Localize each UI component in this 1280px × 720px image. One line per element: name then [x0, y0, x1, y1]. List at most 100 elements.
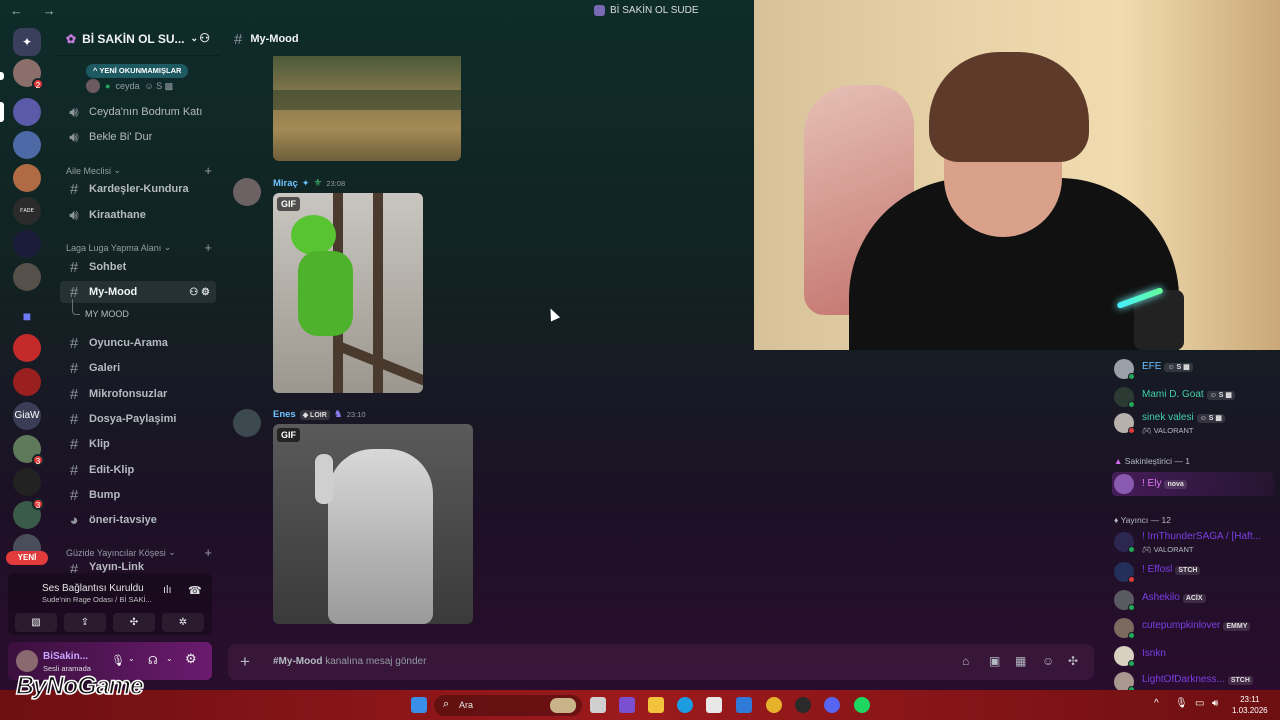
- sticker-icon[interactable]: ▦: [1015, 654, 1026, 668]
- invite-people-icon[interactable]: ⚇: [199, 31, 210, 45]
- message-composer[interactable]: + #My-Mood kanalına mesaj gönder ⌂ ▣ ▦ ☺…: [228, 644, 1094, 680]
- soundboard-button[interactable]: ✲: [162, 613, 204, 632]
- chrome-icon[interactable]: [766, 697, 782, 713]
- obs-icon[interactable]: [795, 697, 811, 713]
- avatar[interactable]: [233, 178, 261, 206]
- discord-icon[interactable]: [824, 697, 840, 713]
- member-item[interactable]: LightOfDarkness... STCH: [1112, 670, 1280, 690]
- member-item[interactable]: Ashekilo ACİX: [1112, 588, 1280, 612]
- gif-attachment[interactable]: GIF: [273, 193, 423, 393]
- server-icon-giaw[interactable]: GiaW: [13, 402, 41, 430]
- add-channel-icon[interactable]: +: [204, 545, 212, 560]
- voice-channel[interactable]: 🔊︎ Kiraathane: [60, 204, 216, 226]
- file-explorer-icon[interactable]: [648, 697, 664, 713]
- member-item[interactable]: Mami D. Goat ☺ S ▩: [1112, 385, 1280, 409]
- add-channel-icon[interactable]: +: [204, 163, 212, 178]
- gif-label: GIF: [277, 428, 300, 442]
- image-attachment[interactable]: [273, 56, 461, 161]
- app-icon[interactable]: [619, 697, 635, 713]
- gif-attachment[interactable]: GIF: [273, 424, 473, 624]
- text-channel[interactable]: # Mikrofonsuzlar: [60, 383, 216, 405]
- clock[interactable]: 23:11 1.03.2026: [1232, 694, 1268, 716]
- volume-icon[interactable]: 🔊︎: [1212, 698, 1218, 709]
- channel-settings-icons[interactable]: ⚇ ⚙: [189, 287, 210, 298]
- text-channel[interactable]: # Klip: [60, 433, 216, 455]
- new-unreads-button[interactable]: ^ YENİ OKUNMAMIŞLAR: [86, 64, 189, 78]
- activities-button[interactable]: ✣: [113, 613, 155, 632]
- message-author[interactable]: Miraç: [273, 178, 298, 189]
- noise-suppression-icon[interactable]: ılı: [163, 584, 172, 596]
- member-item[interactable]: sinek valesi ☺ S ▩ 🎮︎ VALORANT: [1112, 411, 1280, 435]
- folder-icon[interactable]: ■: [13, 302, 41, 330]
- server-icon[interactable]: [13, 230, 41, 258]
- spotify-icon[interactable]: [854, 697, 870, 713]
- text-channel[interactable]: # Dosya-Paylaşimi: [60, 408, 216, 430]
- taskbar-search[interactable]: ⌕ Ara: [434, 695, 582, 716]
- category-header[interactable]: Güzide Yayıncılar Köşesi ⌄ +: [66, 545, 216, 560]
- server-icon[interactable]: 3: [13, 498, 44, 529]
- server-icon[interactable]: [13, 131, 41, 159]
- chevron-down-icon[interactable]: ⌄: [166, 654, 173, 663]
- headphones-icon[interactable]: ☊: [148, 654, 158, 667]
- voice-channel[interactable]: 🔊︎ Ceyda'nın Bodrum Katı: [60, 101, 216, 123]
- voice-status-subtitle[interactable]: Sude'nin Rage Odası / Bİ SAKİ...: [42, 595, 152, 604]
- server-header[interactable]: ✿ Bİ SAKİN OL SU... ⌄ ⚇: [56, 22, 220, 56]
- emoji-icon[interactable]: ☺: [1042, 654, 1054, 668]
- category-header[interactable]: Laga Luga Yapma Alanı ⌄ +: [66, 240, 216, 255]
- member-item[interactable]: cutepumpkinlover EMMY: [1112, 616, 1280, 640]
- server-icon[interactable]: [13, 164, 41, 192]
- member-item[interactable]: Isnkn: [1112, 644, 1280, 668]
- text-channel-active[interactable]: # My-Mood ⚇ ⚙: [60, 281, 216, 303]
- mic-icon[interactable]: 🎙︎: [111, 654, 125, 667]
- server-icon-active[interactable]: [13, 98, 41, 126]
- avatar[interactable]: [233, 409, 261, 437]
- composer-placeholder[interactable]: #My-Mood kanalına mesaj gönder: [273, 656, 426, 667]
- server-icon[interactable]: [13, 368, 41, 396]
- discord-home-icon[interactable]: ✦: [13, 28, 41, 56]
- nav-arrows[interactable]: ← →: [10, 3, 64, 18]
- member-item[interactable]: ! ImThunderSAGA / [Haft... 🎮︎ VALORANT: [1112, 530, 1280, 554]
- server-icon[interactable]: [13, 263, 41, 291]
- monitor-icon[interactable]: ▭: [1195, 698, 1204, 709]
- add-channel-icon[interactable]: +: [204, 240, 212, 255]
- voice-user[interactable]: ● ceyda ☺ S ▩: [86, 79, 173, 93]
- chevron-down-icon[interactable]: ⌄: [128, 654, 135, 663]
- text-channel[interactable]: # Edit-Klip: [60, 459, 216, 481]
- text-channel[interactable]: # Bump: [60, 484, 216, 506]
- task-view-icon[interactable]: [590, 697, 606, 713]
- text-channel[interactable]: # Sohbet: [60, 256, 216, 278]
- text-channel[interactable]: # Galeri: [60, 357, 216, 379]
- category-header[interactable]: Aile Meclisi ⌄ +: [66, 163, 216, 178]
- mail-icon[interactable]: [736, 697, 752, 713]
- disconnect-icon[interactable]: ☎: [188, 584, 202, 597]
- gif-icon[interactable]: ▣: [989, 654, 1000, 668]
- windows-start-icon[interactable]: [411, 697, 427, 713]
- server-icon[interactable]: ꜰᴀᴅᴇ: [13, 197, 41, 225]
- server-icon[interactable]: 3: [13, 435, 44, 466]
- voice-channel[interactable]: 🔊︎ Bekle Bi' Dur: [60, 126, 216, 148]
- add-attachment-icon[interactable]: +: [240, 652, 250, 672]
- server-icon[interactable]: 2: [13, 59, 44, 90]
- member-item[interactable]: EFE ☺ S ▩: [1112, 357, 1280, 381]
- camera-toggle-button[interactable]: ▧: [15, 613, 57, 632]
- apps-icon[interactable]: ✣: [1068, 654, 1078, 668]
- gift-icon[interactable]: ⌂: [962, 654, 969, 668]
- text-channel[interactable]: # Oyuncu-Arama: [60, 332, 216, 354]
- text-channel[interactable]: # Kardeşler-Kundura: [60, 178, 216, 200]
- store-icon[interactable]: [706, 697, 722, 713]
- gear-icon[interactable]: ⚙: [185, 651, 197, 667]
- mic-tray-icon[interactable]: 🎙︎: [1175, 698, 1188, 709]
- forum-channel[interactable]: ◕ öneri-tavsiye: [60, 509, 216, 531]
- member-item[interactable]: ! Effosl STCH: [1112, 560, 1280, 584]
- chevron-up-icon[interactable]: ^: [1154, 698, 1159, 709]
- member-item[interactable]: ! Ely nova: [1112, 472, 1274, 496]
- server-icon[interactable]: [13, 334, 41, 362]
- server-icon[interactable]: [13, 468, 41, 496]
- edge-icon[interactable]: [677, 697, 693, 713]
- hash-icon: #: [69, 461, 79, 479]
- message-author[interactable]: Enes: [273, 409, 296, 420]
- text-channel-partial[interactable]: # Yayın-Link: [60, 561, 216, 573]
- new-servers-badge[interactable]: YENİ: [6, 551, 48, 565]
- thread-item[interactable]: MY MOOD: [72, 299, 129, 319]
- screen-share-button[interactable]: ⇪: [64, 613, 106, 632]
